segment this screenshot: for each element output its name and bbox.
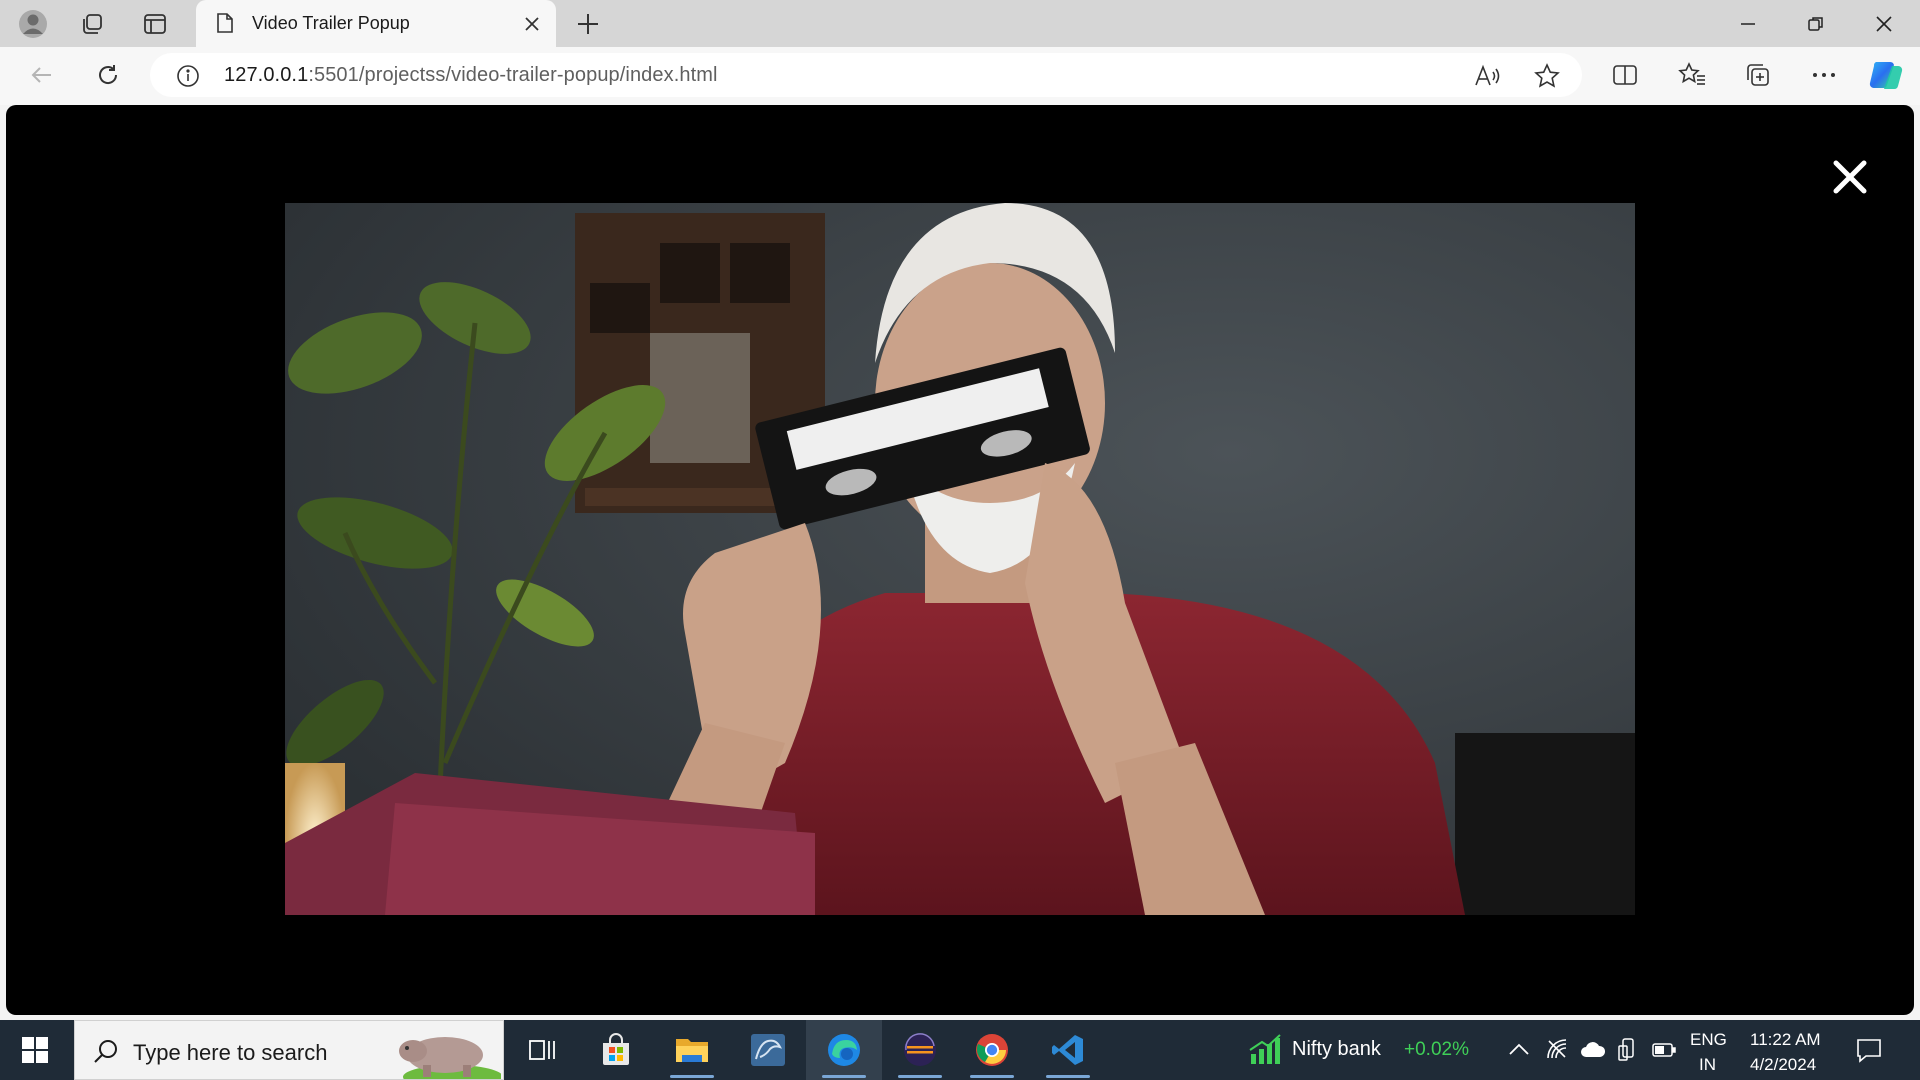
more-button[interactable] <box>1802 55 1846 95</box>
close-icon <box>1876 15 1892 32</box>
devices-icon[interactable] <box>1618 1038 1638 1062</box>
ellipsis-icon <box>1813 73 1835 77</box>
running-indicator <box>670 1075 714 1078</box>
split-screen-button[interactable] <box>1603 55 1647 95</box>
vscode-icon <box>1052 1035 1083 1065</box>
stock-change: +0.02% <box>1404 1039 1469 1060</box>
plus-icon <box>578 14 598 34</box>
close-tab-icon[interactable] <box>524 16 540 32</box>
tab-actions-icon <box>144 14 166 34</box>
file-explorer-button[interactable] <box>654 1020 730 1080</box>
restore-icon <box>1808 16 1823 31</box>
task-view-button[interactable] <box>504 1020 580 1080</box>
browser-toolbar: 127.0.0.1:5501/projectss/video-trailer-p… <box>0 47 1920 105</box>
avatar-icon <box>19 10 47 38</box>
taskbar: Type here to search Nifty bank +0.02% EN… <box>0 1020 1920 1080</box>
favorite-star-icon[interactable] <box>1534 63 1560 89</box>
refresh-button[interactable] <box>86 55 130 95</box>
folder-icon <box>676 1039 708 1062</box>
running-indicator <box>970 1075 1014 1078</box>
new-tab-button[interactable] <box>566 6 610 42</box>
workspaces-button[interactable] <box>70 6 114 42</box>
search-highlight-image <box>399 1037 501 1079</box>
running-indicator <box>1046 1075 1090 1078</box>
running-indicator <box>898 1075 942 1078</box>
close-window-button[interactable] <box>1850 0 1918 47</box>
vertical-tabs-button[interactable] <box>133 6 177 42</box>
back-button[interactable] <box>20 55 64 95</box>
refresh-icon <box>99 65 118 84</box>
eclipse-button[interactable] <box>882 1020 958 1080</box>
split-screen-icon <box>1613 65 1637 85</box>
favorites-icon <box>1678 62 1705 85</box>
copilot-button[interactable] <box>1864 55 1908 95</box>
search-placeholder: Type here to search <box>133 1040 328 1065</box>
url-path: :5501/projectss/video-trailer-popup/inde… <box>308 64 718 86</box>
workspaces-icon <box>83 14 102 34</box>
language-line1: ENG <box>1690 1030 1727 1049</box>
mysql-workbench-button[interactable] <box>730 1020 806 1080</box>
chrome-icon <box>976 1034 1008 1066</box>
stock-widget[interactable]: Nifty bank +0.02% <box>1240 1020 1480 1080</box>
task-view-icon <box>529 1040 555 1060</box>
running-indicator <box>822 1075 866 1078</box>
taskbar-search[interactable]: Type here to search <box>74 1020 504 1080</box>
language-indicator[interactable]: ENG IN <box>1688 1026 1732 1076</box>
active-tab[interactable]: Video Trailer Popup <box>196 0 556 47</box>
url-text[interactable]: 127.0.0.1:5501/projectss/video-trailer-p… <box>224 64 718 87</box>
read-aloud-icon[interactable] <box>1474 64 1500 88</box>
minimize-button[interactable] <box>1714 0 1782 47</box>
favorites-button[interactable] <box>1670 55 1714 95</box>
edge-button[interactable] <box>806 1020 882 1080</box>
video-player[interactable] <box>285 203 1635 915</box>
onedrive-cloud-icon[interactable] <box>1580 1040 1606 1058</box>
copilot-icon <box>1869 61 1903 90</box>
page-viewport <box>6 105 1914 1015</box>
address-bar[interactable]: 127.0.0.1:5501/projectss/video-trailer-p… <box>150 53 1582 97</box>
clock[interactable]: 11:22 AM 4/2/2024 <box>1744 1026 1840 1076</box>
page-icon <box>217 13 233 33</box>
network-icon[interactable] <box>1546 1038 1568 1060</box>
notification-icon[interactable] <box>1856 1037 1882 1063</box>
clock-time: 11:22 AM <box>1750 1030 1821 1049</box>
language-line2: IN <box>1699 1055 1716 1074</box>
clock-date: 4/2/2024 <box>1750 1055 1817 1074</box>
stock-name: Nifty bank <box>1292 1038 1381 1060</box>
windows-logo-icon <box>22 1037 48 1063</box>
url-host: 127.0.0.1 <box>224 64 309 86</box>
profile-button[interactable] <box>11 6 55 42</box>
collections-button[interactable] <box>1736 55 1780 95</box>
mysql-workbench-icon <box>751 1034 785 1066</box>
close-popup-icon[interactable] <box>1828 155 1872 199</box>
microsoft-store-icon <box>603 1033 629 1065</box>
restore-button[interactable] <box>1782 0 1850 47</box>
collections-icon <box>1747 64 1769 86</box>
chart-up-icon <box>1249 1034 1281 1064</box>
start-button[interactable] <box>0 1020 70 1080</box>
minimize-icon <box>1741 22 1755 25</box>
tab-title: Video Trailer Popup <box>252 13 410 33</box>
battery-icon[interactable] <box>1652 1042 1676 1058</box>
arrow-left-icon <box>31 67 51 83</box>
search-icon <box>94 1040 117 1063</box>
info-icon[interactable] <box>176 64 200 88</box>
eclipse-icon <box>904 1033 936 1066</box>
chevron-up-icon[interactable] <box>1508 1042 1530 1056</box>
video-frame-image <box>285 203 1635 915</box>
vscode-button[interactable] <box>1030 1020 1106 1080</box>
chrome-button[interactable] <box>954 1020 1030 1080</box>
tab-strip: Video Trailer Popup <box>0 0 1920 47</box>
store-button[interactable] <box>578 1020 654 1080</box>
edge-icon <box>828 1034 860 1066</box>
